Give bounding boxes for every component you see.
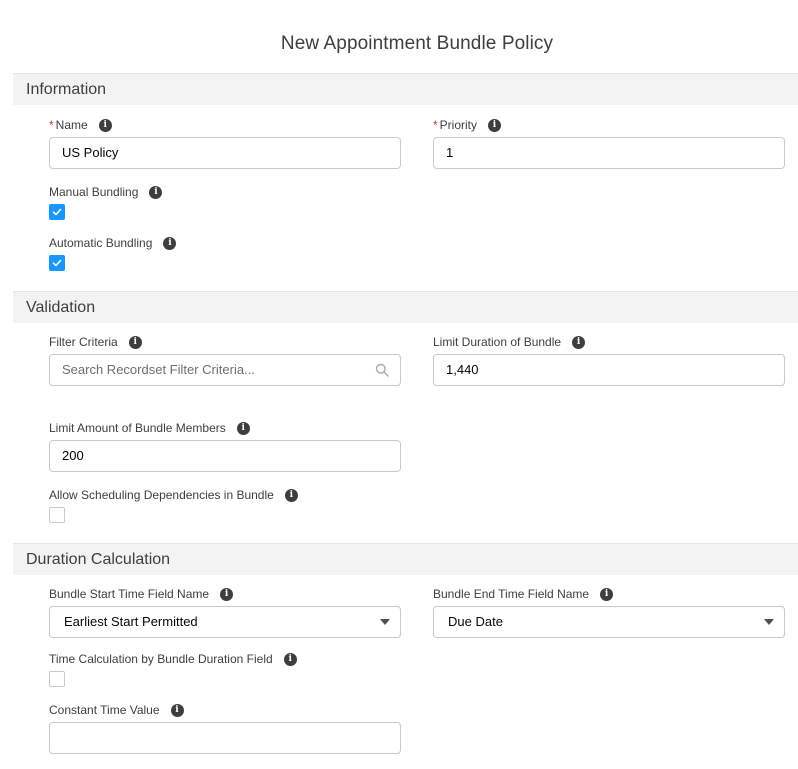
automatic-bundling-label: Automatic Bundling i bbox=[49, 235, 177, 251]
filter-criteria-label: Filter Criteria i bbox=[49, 334, 142, 350]
chevron-down-icon bbox=[764, 619, 774, 625]
bundle-end-label: Bundle End Time Field Name i bbox=[433, 586, 614, 602]
info-icon[interactable]: i bbox=[128, 335, 142, 349]
allow-dependencies-checkbox[interactable] bbox=[49, 507, 65, 523]
name-input[interactable]: US Policy bbox=[49, 137, 401, 169]
info-icon[interactable]: i bbox=[236, 421, 250, 435]
limit-amount-input[interactable]: 200 bbox=[49, 440, 401, 472]
name-label: * Name i bbox=[49, 117, 112, 133]
info-icon[interactable]: i bbox=[149, 185, 163, 199]
priority-input[interactable]: 1 bbox=[433, 137, 785, 169]
chevron-down-icon bbox=[380, 619, 390, 625]
time-calc-checkbox[interactable] bbox=[49, 671, 65, 687]
manual-bundling-checkbox[interactable] bbox=[49, 204, 65, 220]
section-header-information: Information bbox=[13, 73, 798, 105]
limit-duration-input[interactable]: 1,440 bbox=[433, 354, 785, 386]
info-icon[interactable]: i bbox=[488, 118, 502, 132]
check-icon bbox=[52, 259, 62, 267]
info-icon[interactable]: i bbox=[572, 335, 586, 349]
bundle-end-select[interactable]: Due Date bbox=[433, 606, 785, 638]
info-icon[interactable]: i bbox=[220, 587, 234, 601]
constant-time-label: Constant Time Value i bbox=[49, 702, 184, 718]
info-icon[interactable]: i bbox=[284, 488, 298, 502]
modal-title: New Appointment Bundle Policy bbox=[280, 33, 554, 54]
time-calc-label: Time Calculation by Bundle Duration Fiel… bbox=[49, 651, 297, 667]
info-icon[interactable]: i bbox=[600, 587, 614, 601]
info-icon[interactable]: i bbox=[170, 703, 184, 717]
automatic-bundling-checkbox[interactable] bbox=[49, 255, 65, 271]
manual-bundling-label: Manual Bundling i bbox=[49, 184, 163, 200]
limit-amount-label: Limit Amount of Bundle Members i bbox=[49, 420, 250, 436]
section-header-validation: Validation bbox=[13, 291, 798, 323]
priority-label: * Priority i bbox=[433, 117, 502, 133]
section-header-duration-calculation: Duration Calculation bbox=[13, 543, 798, 575]
info-icon[interactable]: i bbox=[163, 236, 177, 250]
filter-criteria-search-input[interactable]: Search Recordset Filter Criteria... bbox=[49, 354, 401, 386]
info-icon[interactable]: i bbox=[283, 652, 297, 666]
bundle-start-label: Bundle Start Time Field Name i bbox=[49, 586, 234, 602]
allow-dependencies-label: Allow Scheduling Dependencies in Bundle i bbox=[49, 487, 298, 503]
bundle-start-select[interactable]: Earliest Start Permitted bbox=[49, 606, 401, 638]
limit-duration-label: Limit Duration of Bundle i bbox=[433, 334, 586, 350]
constant-time-input[interactable] bbox=[49, 722, 401, 754]
info-icon[interactable]: i bbox=[98, 118, 112, 132]
search-icon[interactable] bbox=[375, 363, 389, 377]
check-icon bbox=[52, 208, 62, 216]
